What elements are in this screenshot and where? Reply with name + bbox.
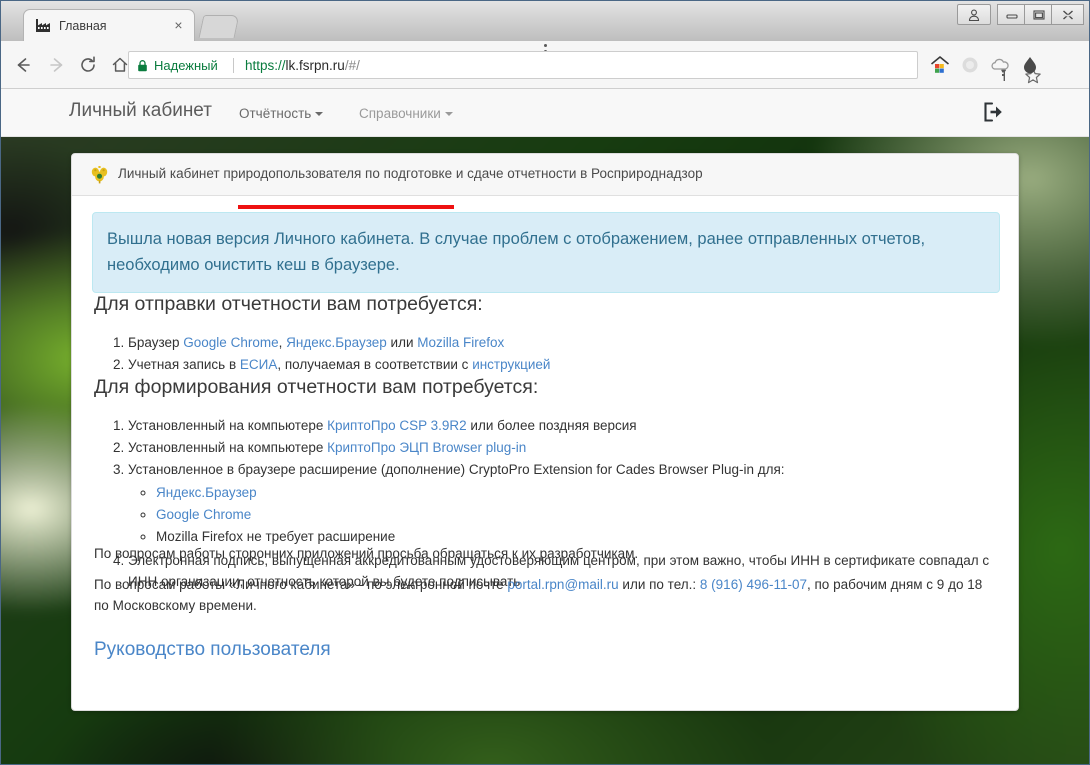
inline-text: По вопросам работы «Личного кабинета» - …	[94, 577, 508, 592]
panel-header-title: Личный кабинет природопользователя по по…	[118, 166, 703, 181]
inline-link[interactable]: ЕСИА	[240, 357, 277, 372]
nav-item-otchetnost[interactable]: Отчётность	[239, 106, 324, 121]
reload-icon[interactable]	[74, 51, 102, 79]
site-navbar: Личный кабинет Отчётность Справочники	[1, 89, 1089, 137]
lock-icon	[137, 59, 148, 72]
russian-coat-of-arms-icon	[90, 165, 109, 184]
requirements-list-forming: Установленный на компьютере КриптоПро CS…	[94, 415, 999, 593]
list-item: Установленный на компьютере КриптоПро CS…	[128, 415, 999, 436]
nav-item-spravochniki-label: Справочники	[359, 106, 441, 121]
minimize-button[interactable]	[997, 4, 1027, 25]
inline-link[interactable]: Google Chrome	[156, 507, 251, 522]
chevron-down-icon	[444, 112, 453, 117]
sub-list-item[interactable]: Google Chrome	[156, 504, 999, 526]
new-tab-button[interactable]	[198, 15, 240, 38]
tab-title: Главная	[59, 19, 107, 33]
inline-link[interactable]: portal.rpn@mail.ru	[507, 577, 618, 592]
sub-list: Яндекс.Браузер Google Chrome Mozilla Firef…	[128, 482, 999, 548]
inline-link[interactable]: Яндекс.Браузер	[286, 335, 387, 350]
inline-link[interactable]: КриптоПро CSP 3.9R2	[327, 418, 467, 433]
inline-link[interactable]: Яндекс.Браузер	[156, 485, 257, 500]
inline-text: Учетная запись в	[128, 357, 240, 372]
inline-text: По вопросам работы сторонних приложений …	[94, 546, 639, 561]
inline-text: или по тел.:	[618, 577, 700, 592]
content-panel: Личный кабинет природопользователя по по…	[71, 153, 1019, 711]
page-viewport: Личный кабинет Отчётность Справочники Ли…	[1, 89, 1089, 764]
inline-link[interactable]: инструкцией	[472, 357, 550, 372]
inline-text: Браузер	[128, 335, 184, 350]
site-brand[interactable]: Личный кабинет	[69, 100, 212, 122]
inline-text: , получаемая в соответствии с	[277, 357, 473, 372]
inline-link[interactable]: 8 (916) 496-11-07	[700, 577, 807, 592]
maximize-button[interactable]	[1024, 4, 1054, 25]
inline-link[interactable]: КриптоПро ЭЦП Browser plug-in	[327, 440, 526, 455]
url-host: lk.fsrpn.ru	[285, 58, 345, 73]
close-button[interactable]	[1051, 4, 1084, 25]
security-status-label: Надежный	[154, 58, 218, 73]
droplet-icon[interactable]	[1019, 54, 1041, 81]
nav-item-spravochniki[interactable]: Справочники	[359, 106, 453, 121]
red-underline-annotation	[238, 205, 454, 209]
inline-link[interactable]: Mozilla Firefox	[417, 335, 504, 350]
factory-icon	[35, 18, 51, 33]
omnibox-divider	[233, 58, 234, 73]
circle-icon[interactable]	[959, 54, 981, 81]
browser-titlebar: Главная ×	[1, 1, 1089, 42]
nav-item-otchetnost-label: Отчётность	[239, 106, 312, 121]
inline-text: Установленный на компьютере	[128, 418, 328, 433]
section-heading-sending: Для отправки отчетности вам потребуется:	[94, 293, 483, 315]
section-heading-forming: Для формирования отчетности вам потребуе…	[94, 376, 539, 398]
chevron-down-icon	[315, 112, 324, 117]
cloud-icon[interactable]	[989, 54, 1011, 81]
url-path: /#/	[344, 58, 360, 73]
paragraph-contacts: По вопросам работы «Личного кабинета» - …	[94, 574, 1000, 616]
browser-toolbar: Надежный https://lk.fsrpn.ru/#/	[1, 41, 1089, 89]
url-scheme: https://	[245, 58, 286, 73]
inline-link[interactable]: Google Chrome	[183, 335, 278, 350]
user-guide-link[interactable]: Руководство пользователя	[94, 639, 331, 661]
inline-text: Mozilla Firefox не требует расширение	[156, 529, 396, 544]
tab-close-icon[interactable]: ×	[171, 18, 186, 33]
list-item: Учетная запись в ЕСИА, получаемая в соот…	[128, 354, 999, 375]
inline-text: или	[386, 335, 418, 350]
list-item: Браузер Google Chrome, Яндекс.Браузер ил…	[128, 332, 999, 353]
forward-arrow-icon	[43, 51, 71, 79]
requirements-list-sending: Браузер Google Chrome, Яндекс.Браузер ил…	[94, 332, 999, 376]
sub-list-item[interactable]: Яндекс.Браузер	[156, 482, 999, 504]
address-bar[interactable]: Надежный https://lk.fsrpn.ru/#/	[128, 51, 1041, 84]
url-display: https://lk.fsrpn.ru/#/	[245, 57, 360, 75]
paragraph-third-party: По вопросам работы сторонних приложений …	[94, 543, 1000, 564]
house-icon[interactable]	[929, 54, 951, 81]
info-alert: Вышла новая версия Личного кабинета. В с…	[92, 212, 1000, 293]
inline-text: Установленное в браузере расширение (доп…	[128, 462, 785, 477]
inline-text: или более поздняя версия	[466, 418, 637, 433]
panel-header: Личный кабинет природопользователя по по…	[72, 154, 1018, 196]
list-item: Установленное в браузере расширение (доп…	[128, 459, 999, 548]
inline-text: ,	[278, 335, 287, 350]
browser-tab[interactable]: Главная ×	[23, 9, 195, 41]
back-arrow-icon[interactable]	[9, 51, 37, 79]
browser-window: Главная × Надежный https://lk.fsrpn.ru/#…	[0, 0, 1090, 765]
logout-icon[interactable]	[979, 99, 1005, 125]
user-profile-button[interactable]	[957, 4, 991, 25]
list-item: Установленный на компьютере КриптоПро ЭЦ…	[128, 437, 999, 458]
inline-text: Установленный на компьютере	[128, 440, 328, 455]
